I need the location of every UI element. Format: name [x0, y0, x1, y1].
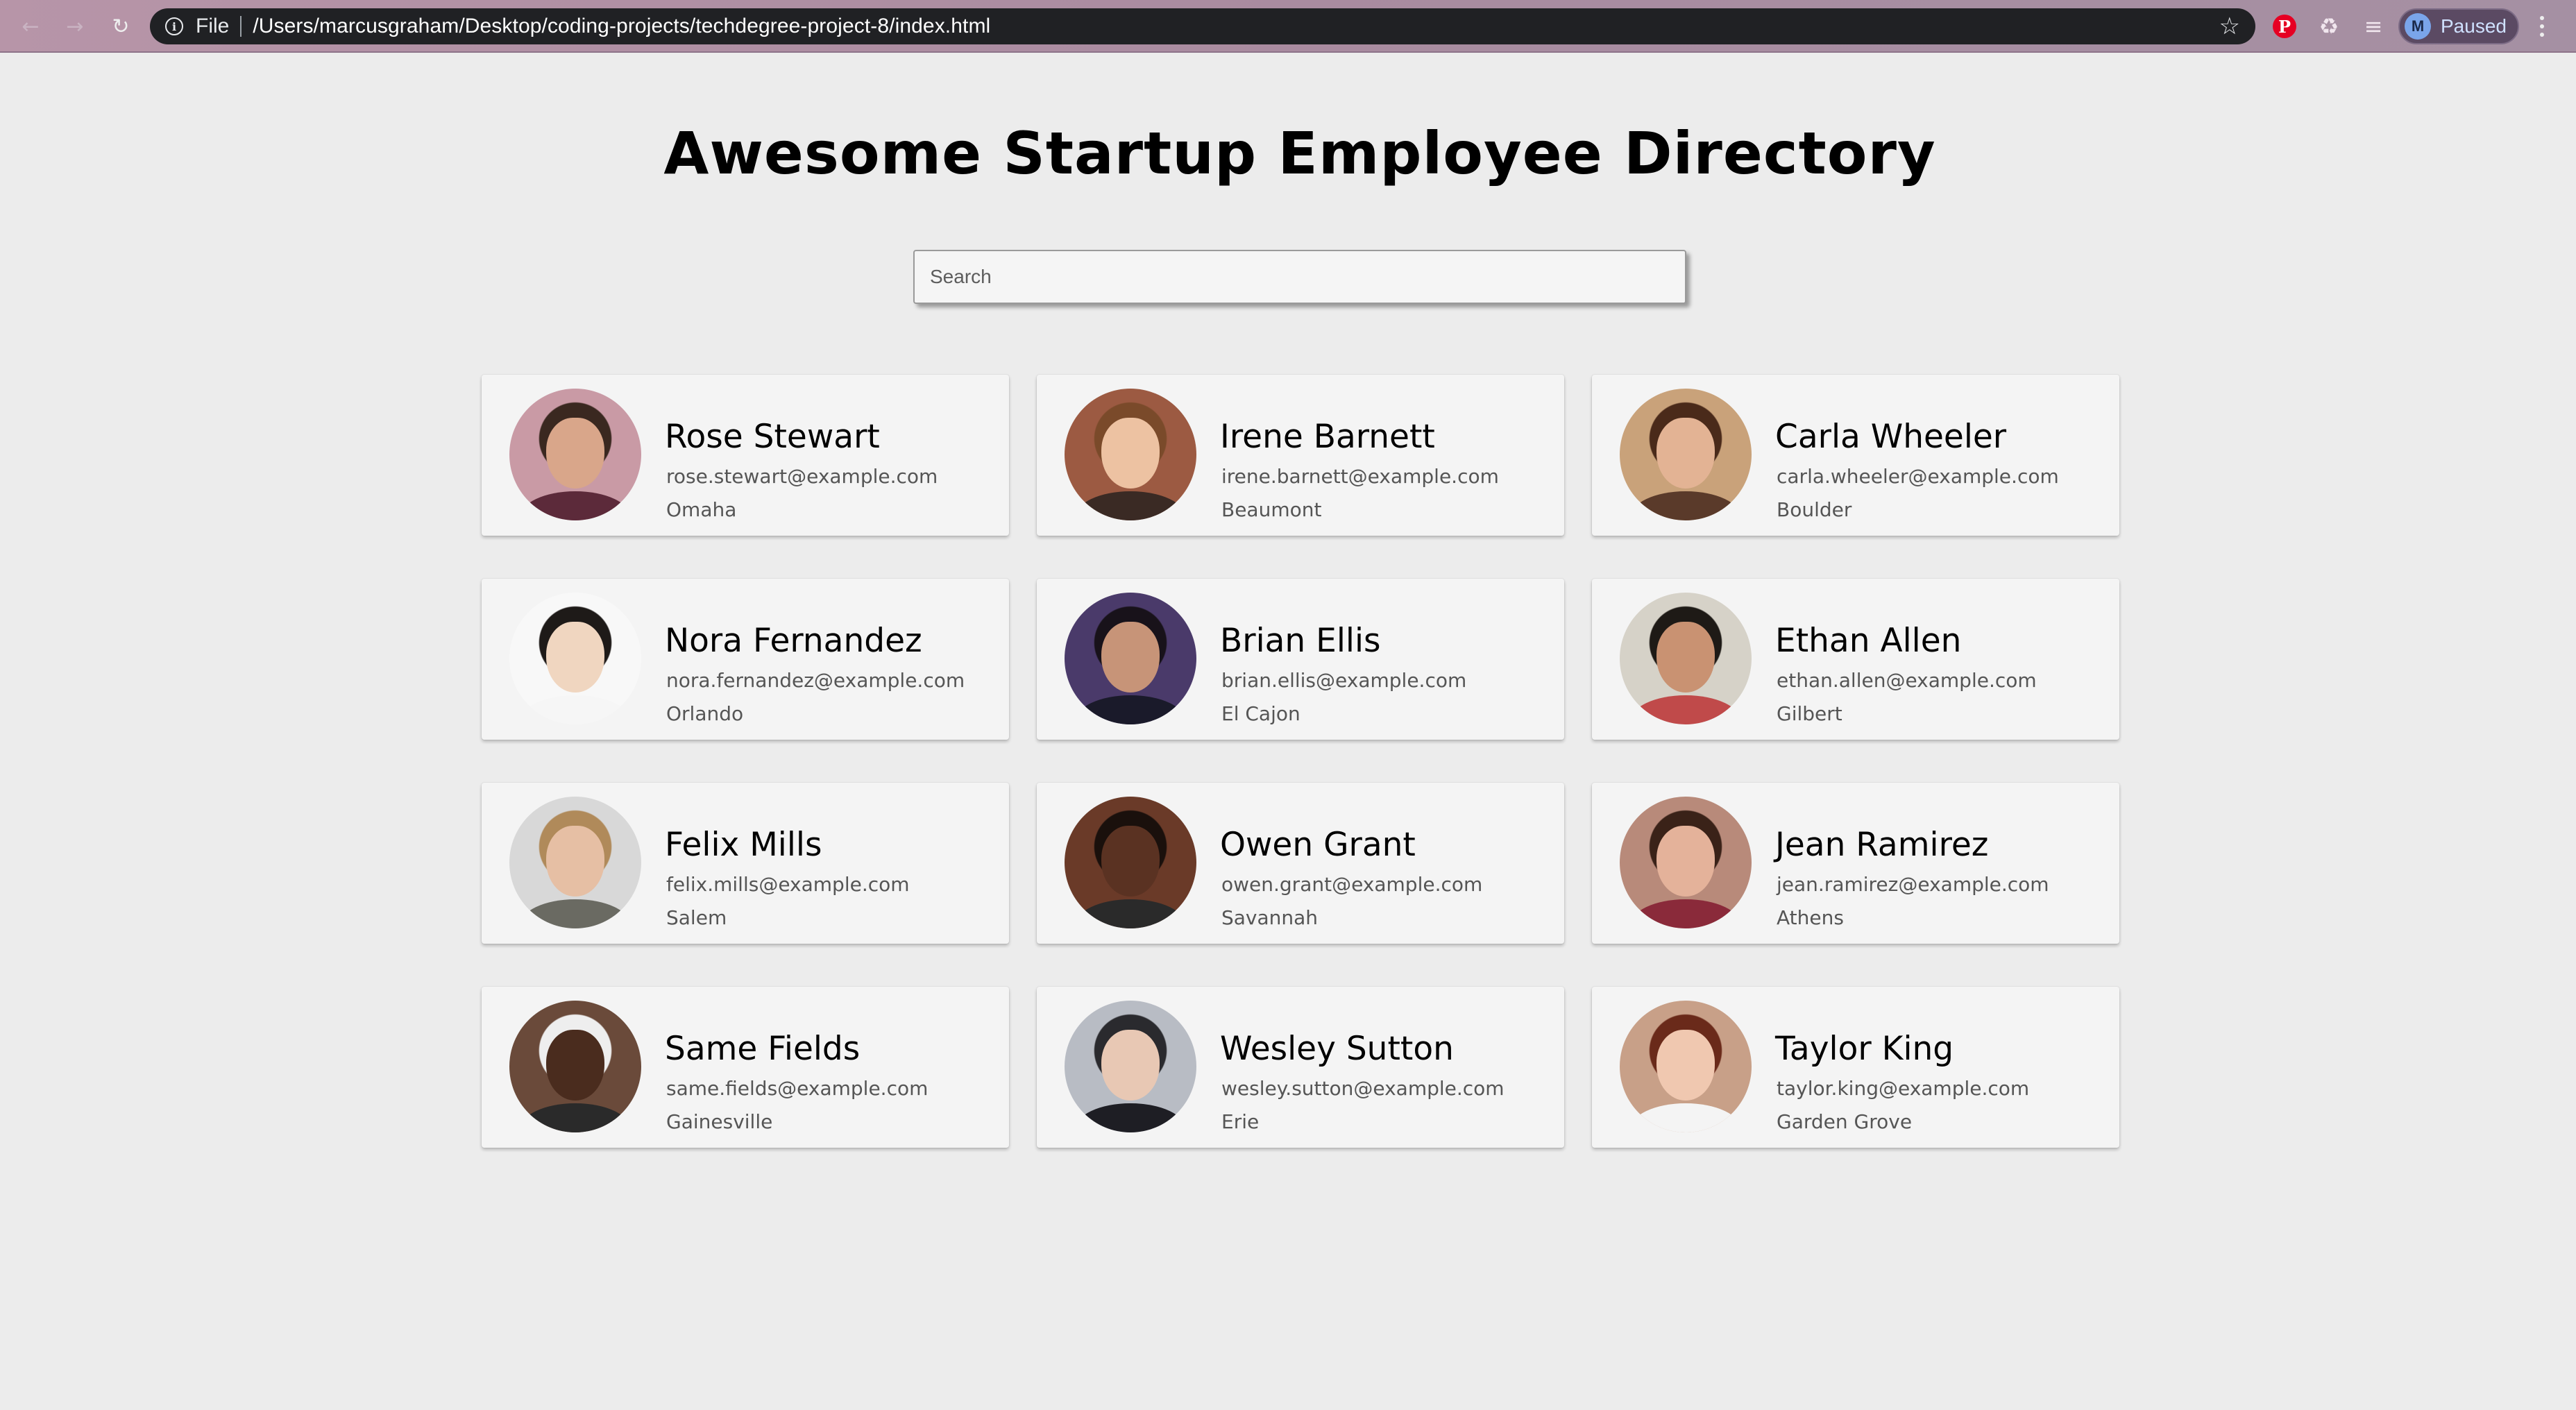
- employee-avatar: [509, 1001, 641, 1132]
- employee-city: El Cajon: [1221, 702, 1300, 725]
- employee-email: carla.wheeler@example.com: [1777, 465, 2059, 488]
- profile-status: Paused: [2441, 15, 2507, 37]
- employee-name: Brian Ellis: [1220, 622, 1381, 660]
- employee-card[interactable]: Irene Barnett irene.barnett@example.com Be…: [1037, 375, 1564, 536]
- avatar-face: [546, 1029, 604, 1101]
- employee-card[interactable]: Taylor King taylor.king@example.com Garden…: [1592, 987, 2119, 1148]
- employee-name: Wesley Sutton: [1220, 1030, 1454, 1068]
- employee-card[interactable]: Owen Grant owen.grant@example.com Savannah: [1037, 783, 1564, 944]
- employee-email: brian.ellis@example.com: [1221, 669, 1467, 692]
- employee-email: irene.barnett@example.com: [1221, 465, 1499, 488]
- employee-avatar: [509, 593, 641, 724]
- employee-city: Athens: [1777, 906, 1844, 929]
- employee-name: Jean Ramirez: [1775, 826, 1989, 864]
- bookmark-star-icon[interactable]: ☆: [2219, 12, 2240, 40]
- page-title: Awesome Startup Employee Directory: [663, 119, 1936, 187]
- employee-name: Taylor King: [1775, 1030, 1954, 1068]
- employee-name: Owen Grant: [1220, 826, 1416, 864]
- employee-email: rose.stewart@example.com: [666, 465, 938, 488]
- employee-avatar: [509, 389, 641, 520]
- employee-email: ethan.allen@example.com: [1777, 669, 2037, 692]
- profile-button[interactable]: M Paused: [2398, 8, 2519, 44]
- employee-city: Gainesville: [666, 1110, 773, 1133]
- employee-avatar: [509, 797, 641, 928]
- employee-name: Rose Stewart: [665, 418, 880, 456]
- employee-name: Irene Barnett: [1220, 418, 1435, 456]
- kebab-menu-icon[interactable]: [2532, 10, 2552, 43]
- employee-avatar: [1065, 797, 1196, 928]
- employee-email: wesley.sutton@example.com: [1221, 1077, 1505, 1100]
- employee-avatar: [1065, 389, 1196, 520]
- back-arrow-icon[interactable]: ←: [14, 10, 47, 43]
- avatar-face: [1656, 417, 1715, 489]
- employee-card[interactable]: Felix Mills felix.mills@example.com Salem: [482, 783, 1009, 944]
- employee-avatar: [1065, 1001, 1196, 1132]
- avatar-face: [1101, 417, 1160, 489]
- avatar-face: [546, 825, 604, 897]
- employee-city: Garden Grove: [1777, 1110, 1913, 1133]
- avatar-face: [546, 417, 604, 489]
- employee-avatar: [1065, 593, 1196, 724]
- avatar-face: [1656, 825, 1715, 897]
- employee-card[interactable]: Rose Stewart rose.stewart@example.com Omah…: [482, 375, 1009, 536]
- employee-city: Beaumont: [1221, 498, 1322, 521]
- employee-name: Ethan Allen: [1775, 622, 1962, 660]
- employee-name: Same Fields: [665, 1030, 861, 1068]
- employee-name: Carla Wheeler: [1775, 418, 2007, 456]
- employee-email: felix.mills@example.com: [666, 873, 910, 896]
- employee-city: Savannah: [1221, 906, 1319, 929]
- avatar-face: [1656, 621, 1715, 693]
- avatar-face: [1101, 825, 1160, 897]
- employee-name: Felix Mills: [665, 826, 822, 864]
- employee-city: Boulder: [1777, 498, 1852, 521]
- forward-arrow-icon[interactable]: →: [58, 10, 92, 43]
- info-icon[interactable]: i: [165, 17, 183, 35]
- employee-email: same.fields@example.com: [666, 1077, 929, 1100]
- url-text[interactable]: /Users/marcusgraham/Desktop/coding-proje…: [253, 15, 990, 38]
- employee-card[interactable]: Brian Ellis brian.ellis@example.com El Caj…: [1037, 579, 1564, 740]
- pinterest-icon[interactable]: P: [2268, 10, 2301, 43]
- employee-email: jean.ramirez@example.com: [1777, 873, 2049, 896]
- avatar-face: [1101, 1029, 1160, 1101]
- employee-avatar: [1620, 389, 1752, 520]
- employee-name: Nora Fernandez: [665, 622, 922, 660]
- search-input[interactable]: [913, 250, 1686, 304]
- scheme-label: File: [196, 15, 230, 37]
- employee-card[interactable]: Carla Wheeler carla.wheeler@example.com Bo…: [1592, 375, 2119, 536]
- reload-icon[interactable]: ↻: [104, 10, 137, 43]
- employee-card[interactable]: Ethan Allen ethan.allen@example.com Gilber…: [1592, 579, 2119, 740]
- employee-card[interactable]: Jean Ramirez jean.ramirez@example.com Athe…: [1592, 783, 2119, 944]
- employee-city: Omaha: [666, 498, 737, 521]
- address-separator: [240, 16, 242, 37]
- employee-card[interactable]: Same Fields same.fields@example.com Gaines…: [482, 987, 1009, 1148]
- employee-city: Gilbert: [1777, 702, 1842, 725]
- employee-card[interactable]: Nora Fernandez nora.fernandez@example.com…: [482, 579, 1009, 740]
- employee-avatar: [1620, 593, 1752, 724]
- employee-city: Erie: [1221, 1110, 1260, 1133]
- avatar-face: [546, 621, 604, 693]
- employee-card[interactable]: Wesley Sutton wesley.sutton@example.com Er…: [1037, 987, 1564, 1148]
- address-bar[interactable]: i File /Users/marcusgraham/Desktop/codin…: [150, 8, 2255, 44]
- employee-email: nora.fernandez@example.com: [666, 669, 965, 692]
- media-queue-icon[interactable]: ≡: [2357, 10, 2390, 43]
- browser-toolbar: ← → ↻ i File /Users/marcusgraham/Desktop…: [0, 0, 2576, 53]
- employee-avatar: [1620, 1001, 1752, 1132]
- employee-email: taylor.king@example.com: [1777, 1077, 2030, 1100]
- employee-email: owen.grant@example.com: [1221, 873, 1483, 896]
- avatar-face: [1656, 1029, 1715, 1101]
- puzzle-icon[interactable]: ♻: [2312, 10, 2346, 43]
- employee-avatar: [1620, 797, 1752, 928]
- employee-city: Orlando: [666, 702, 744, 725]
- profile-avatar: M: [2405, 13, 2431, 40]
- employee-city: Salem: [666, 906, 727, 929]
- avatar-face: [1101, 621, 1160, 693]
